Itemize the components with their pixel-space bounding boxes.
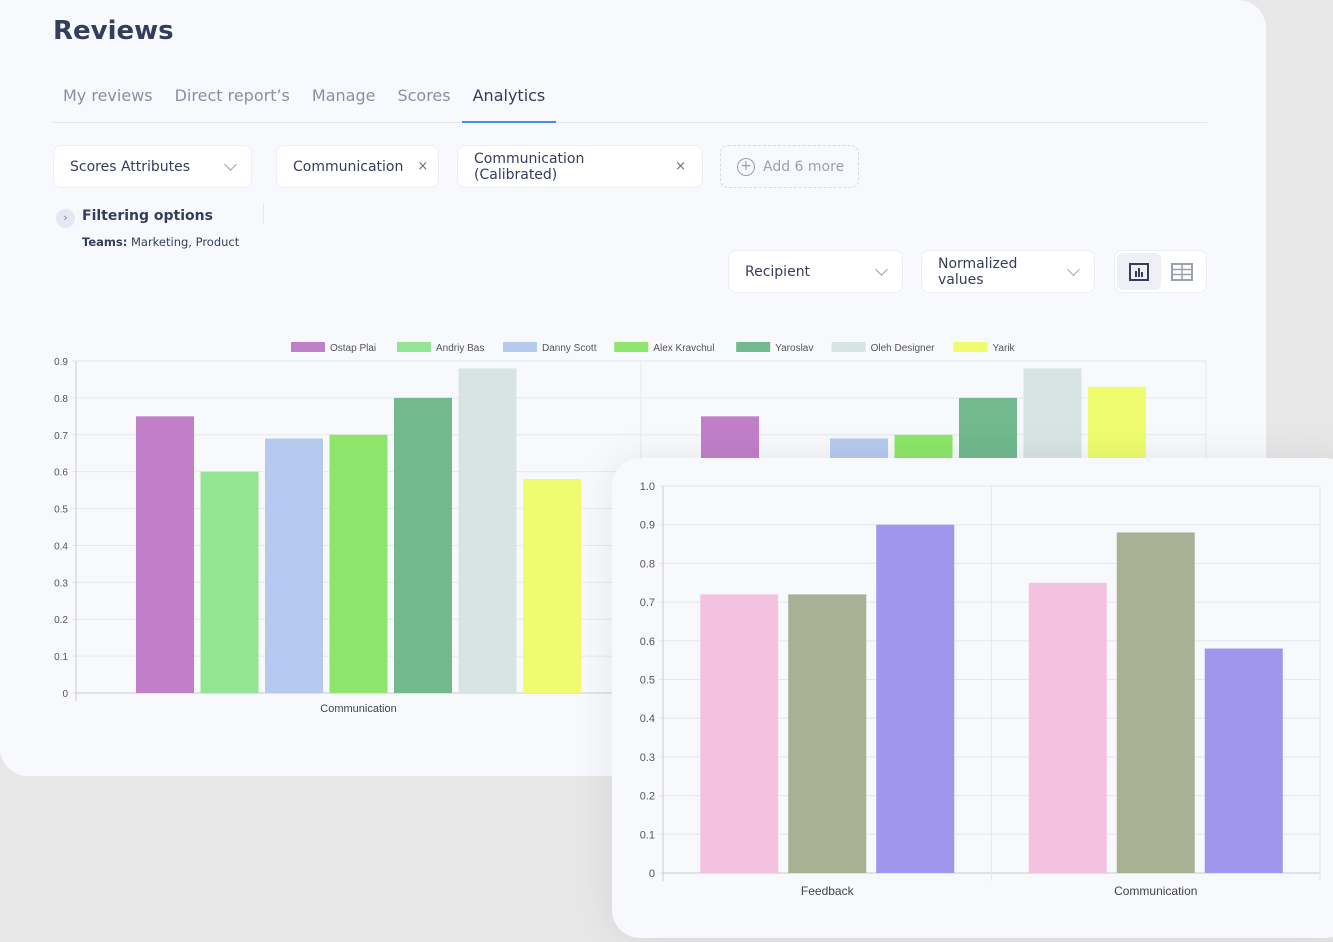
y-tick-label: 0.3 <box>640 752 655 764</box>
legend-swatch <box>736 342 771 352</box>
legend-label: Oleh Designer <box>871 343 936 354</box>
y-tick-label: 0.7 <box>640 597 655 609</box>
comparison-bar-chart: 0 0.1 0.2 0.3 0.4 0.5 0.6 0.7 0.8 0.9 1.0 Feedback C… <box>640 481 1321 898</box>
bar <box>1028 582 1107 873</box>
legend-swatch <box>614 342 649 352</box>
y-tick-label: 0.6 <box>54 468 68 479</box>
y-tick-label: 0.1 <box>640 829 655 841</box>
y-tick-label: 0.6 <box>640 636 655 648</box>
y-tick-label: 0.1 <box>54 652 68 663</box>
bar <box>394 397 452 693</box>
y-tick-label: 0.4 <box>640 713 655 725</box>
bar <box>458 368 517 693</box>
y-tick-label: 0.7 <box>54 431 68 442</box>
y-tick-label: 0 <box>649 868 655 880</box>
legend-label: Yarik <box>993 343 1016 354</box>
y-tick-label: 0.5 <box>640 675 655 687</box>
y-tick-label: 0.2 <box>54 615 68 626</box>
y-tick-label: 0.5 <box>54 505 68 516</box>
bar <box>788 594 867 873</box>
y-tick-label: 0.8 <box>54 394 68 405</box>
bar <box>200 471 259 693</box>
y-tick-label: 1.0 <box>640 481 655 493</box>
legend-swatch <box>397 342 431 352</box>
x-tick-label: Communication <box>320 703 396 715</box>
y-tick-label: 0.8 <box>640 558 655 570</box>
x-tick-label: Feedback <box>801 884 855 898</box>
bar <box>700 594 779 873</box>
bar <box>876 524 955 873</box>
bar <box>523 479 581 693</box>
legend-label: Alex Kravchul <box>653 343 714 354</box>
legend-label: Yaroslav <box>775 343 813 354</box>
legend-swatch <box>831 342 866 352</box>
bar <box>1204 648 1283 873</box>
legend-swatch <box>291 342 325 352</box>
y-tick-label: 0 <box>62 689 68 700</box>
y-tick-label: 0.9 <box>640 520 655 532</box>
legend-label: Andriy Bas <box>436 343 484 354</box>
legend-swatch <box>953 342 988 352</box>
comparison-chart-card: 0 0.1 0.2 0.3 0.4 0.5 0.6 0.7 0.8 0.9 1.0 Feedback C… <box>612 458 1333 938</box>
bar <box>136 416 194 693</box>
bar <box>265 438 323 693</box>
legend-swatch <box>503 342 537 352</box>
y-tick-label: 0.2 <box>640 791 655 803</box>
bar <box>1116 532 1195 873</box>
y-tick-label: 0.4 <box>54 541 68 552</box>
bar <box>329 434 388 693</box>
legend-label: Danny Scott <box>542 343 597 354</box>
y-tick-label: 0.9 <box>54 357 68 368</box>
legend-label: Ostap Plai <box>330 343 376 354</box>
y-tick-label: 0.3 <box>54 578 68 589</box>
x-tick-label: Communication <box>1114 884 1197 898</box>
